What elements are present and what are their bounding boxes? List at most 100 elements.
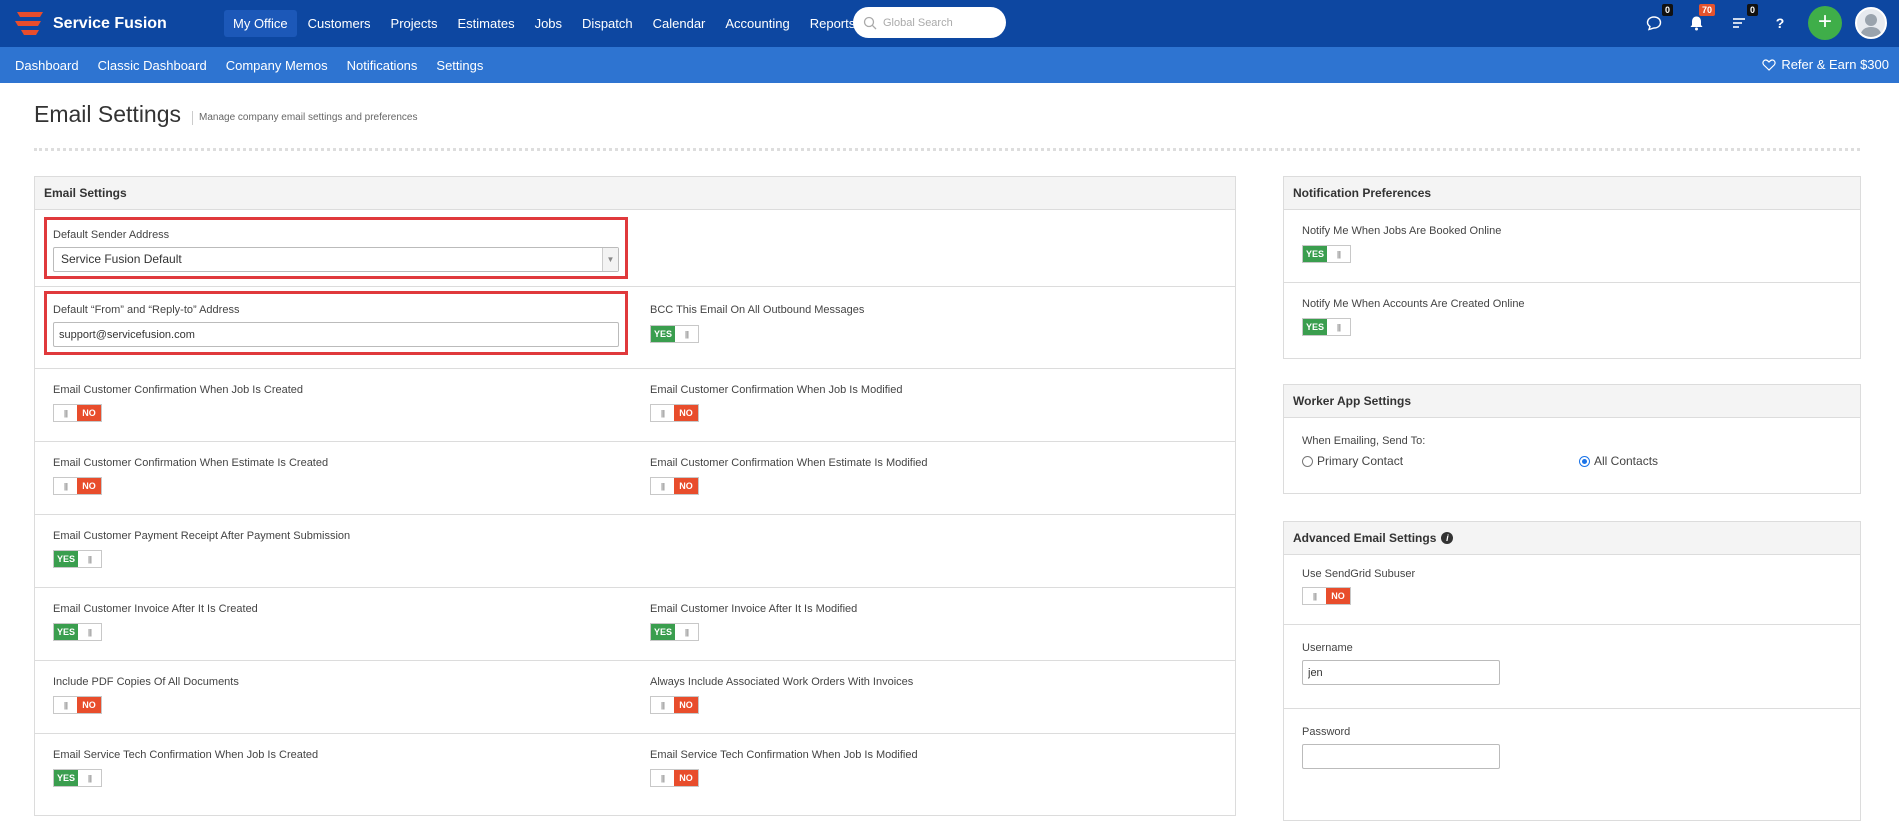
toggle-state: YES: [54, 624, 78, 640]
sender-value: Service Fusion Default: [61, 252, 182, 266]
subnav-company-memos[interactable]: Company Memos: [226, 58, 328, 73]
refer-label: Refer & Earn $300: [1781, 57, 1889, 72]
password-label: Password: [1302, 726, 1351, 738]
subnav-classic-dashboard[interactable]: Classic Dashboard: [98, 58, 207, 73]
password-row: Password: [1284, 709, 1860, 793]
invoice-modified-toggle[interactable]: YES |||: [650, 623, 699, 641]
subnav-settings[interactable]: Settings: [436, 58, 483, 73]
invoice-created-toggle[interactable]: YES |||: [53, 623, 102, 641]
nav-estimates[interactable]: Estimates: [449, 10, 524, 37]
password-input[interactable]: [1302, 744, 1500, 769]
tasks-badge: 0: [1746, 4, 1758, 16]
help-button[interactable]: ?: [1767, 10, 1793, 36]
pref-row: Notify Me When Accounts Are Created Onli…: [1284, 283, 1860, 356]
toggle-state: NO: [674, 405, 698, 421]
radio-primary-contact[interactable]: Primary Contact: [1302, 454, 1403, 468]
toggle-state: NO: [674, 478, 698, 494]
radio-circle: [1302, 455, 1313, 467]
accounts-created-toggle[interactable]: YES |||: [1302, 318, 1351, 336]
divider: [34, 148, 1860, 151]
send-to-label: When Emailing, Send To:: [1302, 435, 1426, 447]
toggle-row: Email Customer Payment Receipt After Pay…: [35, 515, 1235, 588]
toggle-state: YES: [54, 770, 78, 786]
brand-name: Service Fusion: [53, 14, 167, 32]
toggle-row: Include PDF Copies Of All Documents ||| N…: [35, 661, 1235, 734]
toggle-label: Email Service Tech Confirmation When Job…: [650, 749, 918, 761]
tasks-button[interactable]: 0: [1726, 4, 1758, 36]
estimate-created-toggle[interactable]: ||| NO: [53, 477, 102, 495]
from-label: Default “From” and “Reply-to” Address: [53, 304, 240, 316]
pdf-copies-toggle[interactable]: ||| NO: [53, 696, 102, 714]
chevron-down-icon: ▼: [602, 248, 618, 271]
sender-select[interactable]: Service Fusion Default ▼: [53, 247, 619, 272]
info-icon[interactable]: i: [1441, 532, 1454, 544]
sender-label: Default Sender Address: [53, 229, 170, 241]
toggle-state: NO: [77, 478, 101, 494]
refer-link[interactable]: Refer & Earn $300: [1762, 57, 1889, 72]
radio-all-contacts[interactable]: All Contacts: [1579, 454, 1658, 468]
grip-icon: |||: [660, 408, 665, 418]
email-settings-panel: Email Settings Default Sender Address Se…: [34, 176, 1236, 816]
grip-icon: |||: [660, 700, 665, 710]
nav-dispatch[interactable]: Dispatch: [573, 10, 642, 37]
tech-job-modified-toggle[interactable]: ||| NO: [650, 769, 699, 787]
top-bar: Service Fusion My Office Customers Proje…: [0, 0, 1899, 47]
username-input[interactable]: [1302, 660, 1500, 685]
toggle-label: Email Customer Invoice After It Is Creat…: [53, 603, 258, 615]
add-button[interactable]: +: [1808, 6, 1842, 40]
panel-title: Email Settings: [35, 177, 1235, 210]
pref-label: Notify Me When Jobs Are Booked Online: [1302, 225, 1502, 237]
from-address-input[interactable]: [53, 322, 619, 347]
toggle-state: NO: [77, 697, 101, 713]
toggle-state: NO: [674, 770, 698, 786]
logo[interactable]: Service Fusion: [13, 9, 213, 39]
toggle-state: YES: [1303, 319, 1327, 335]
nav-my-office[interactable]: My Office: [224, 10, 297, 37]
grip-icon: |||: [63, 700, 68, 710]
toggle-state: NO: [77, 405, 101, 421]
subnav-notifications[interactable]: Notifications: [347, 58, 418, 73]
advanced-email-panel: Advanced Email Settings i Use SendGrid S…: [1283, 521, 1861, 821]
toggle-label: Email Customer Confirmation When Estimat…: [650, 457, 928, 469]
radio-label: Primary Contact: [1317, 454, 1404, 468]
username-row: Username: [1284, 625, 1860, 709]
toggle-label: Email Service Tech Confirmation When Job…: [53, 749, 319, 761]
toggle-label: Email Customer Confirmation When Job Is …: [53, 384, 304, 396]
service-fusion-logo-icon: [15, 11, 43, 35]
work-orders-toggle[interactable]: ||| NO: [650, 696, 699, 714]
plus-icon: +: [1817, 8, 1832, 35]
avatar[interactable]: [1855, 7, 1887, 39]
alerts-badge: 70: [1698, 4, 1715, 16]
radio-label: All Contacts: [1594, 454, 1659, 468]
toggle-row: Email Customer Confirmation When Job Is …: [35, 369, 1235, 442]
nav-accounting[interactable]: Accounting: [716, 10, 798, 37]
toggle-row: Email Customer Invoice After It Is Creat…: [35, 588, 1235, 661]
estimate-modified-toggle[interactable]: ||| NO: [650, 477, 699, 495]
job-modified-toggle[interactable]: ||| NO: [650, 404, 699, 422]
nav-calendar[interactable]: Calendar: [644, 10, 715, 37]
alerts-button[interactable]: 70: [1683, 4, 1715, 36]
nav-projects[interactable]: Projects: [382, 10, 447, 37]
nav-customers[interactable]: Customers: [299, 10, 380, 37]
chat-button[interactable]: 0: [1641, 4, 1673, 36]
jobs-booked-toggle[interactable]: YES |||: [1302, 245, 1351, 263]
chat-icon: [1646, 16, 1662, 31]
bcc-toggle[interactable]: YES |||: [650, 325, 699, 343]
payment-receipt-toggle[interactable]: YES |||: [53, 550, 102, 568]
nav-jobs[interactable]: Jobs: [526, 10, 571, 37]
search-input[interactable]: [883, 16, 1003, 29]
bell-icon: [1690, 16, 1702, 31]
sendgrid-toggle[interactable]: ||| NO: [1302, 587, 1351, 605]
job-created-toggle[interactable]: ||| NO: [53, 404, 102, 422]
toggle-label: Always Include Associated Work Orders Wi…: [650, 676, 914, 688]
main-nav: My Office Customers Projects Estimates J…: [224, 10, 866, 37]
subnav-dashboard[interactable]: Dashboard: [15, 58, 79, 73]
toggle-label: Email Customer Invoice After It Is Modif…: [650, 603, 858, 615]
sub-nav: Dashboard Classic Dashboard Company Memo…: [15, 58, 502, 73]
search-icon: [863, 16, 877, 29]
tech-job-created-toggle[interactable]: YES |||: [53, 769, 102, 787]
pref-row: Notify Me When Jobs Are Booked Online YE…: [1284, 210, 1860, 283]
sub-bar: Dashboard Classic Dashboard Company Memo…: [0, 47, 1899, 83]
list-icon: [1733, 18, 1745, 28]
global-search[interactable]: [853, 7, 1006, 38]
